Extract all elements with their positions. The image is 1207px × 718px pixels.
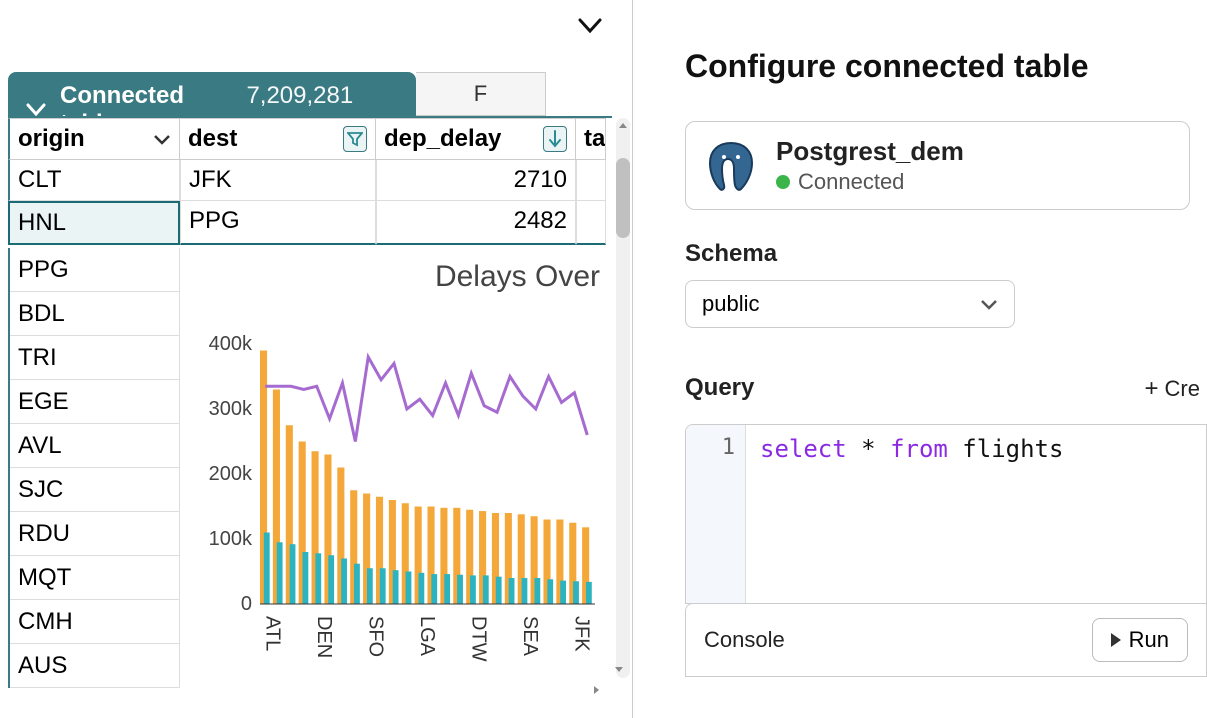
- list-item[interactable]: AVL: [10, 424, 180, 468]
- page-title: Configure connected table: [685, 28, 1207, 85]
- col-label: origin: [18, 125, 85, 153]
- schema-value: public: [702, 291, 759, 317]
- list-item[interactable]: TRI: [10, 336, 180, 380]
- list-item[interactable]: EGE: [10, 380, 180, 424]
- sql-identifier: flights: [948, 435, 1064, 463]
- query-label: Query: [685, 374, 754, 402]
- cell-dest[interactable]: JFK: [180, 160, 376, 201]
- list-item[interactable]: PPG: [10, 248, 180, 292]
- create-button[interactable]: + Cre: [1145, 375, 1200, 403]
- dropdown-caret[interactable]: [578, 18, 602, 39]
- code-content[interactable]: select * from flights: [746, 425, 1077, 603]
- column-header-dest[interactable]: dest: [180, 118, 376, 160]
- schema-select[interactable]: public: [685, 280, 1015, 328]
- connection-name: Postgrest_dem: [776, 136, 964, 167]
- table-row[interactable]: HNL PPG 2482: [8, 201, 612, 245]
- sort-desc-icon[interactable]: [543, 126, 567, 152]
- run-label: Run: [1129, 627, 1169, 653]
- sql-editor[interactable]: 1 select * from flights: [685, 424, 1207, 604]
- svg-text:SEA: SEA: [519, 616, 541, 657]
- vertical-scrollbar[interactable]: [616, 118, 630, 678]
- svg-text:LGA: LGA: [416, 616, 438, 657]
- column-letter-f[interactable]: F: [416, 72, 546, 116]
- cell-dep-delay[interactable]: 2710: [376, 160, 576, 201]
- svg-text:400k: 400k: [209, 333, 253, 355]
- col-label: ta: [584, 125, 605, 153]
- col-label: dest: [188, 125, 237, 153]
- schema-label: Schema: [685, 240, 1207, 268]
- svg-text:SFO: SFO: [365, 616, 387, 657]
- chart-title: Delays Over: [180, 260, 610, 294]
- run-button[interactable]: Run: [1092, 618, 1188, 662]
- line-gutter: 1: [686, 425, 746, 603]
- list-item[interactable]: MQT: [10, 556, 180, 600]
- console-label: Console: [704, 627, 785, 653]
- list-item[interactable]: CMH: [10, 600, 180, 644]
- line-number: 1: [686, 435, 735, 460]
- data-grid: origin dest dep_delay ta CLT: [8, 116, 612, 245]
- connection-card[interactable]: Postgrest_dem Connected: [685, 121, 1190, 210]
- svg-text:0: 0: [241, 593, 252, 615]
- chevron-down-icon: [980, 291, 998, 317]
- console-bar: Console Run: [685, 603, 1207, 677]
- list-item[interactable]: BDL: [10, 292, 180, 336]
- list-item[interactable]: AUS: [10, 644, 180, 688]
- list-item[interactable]: SJC: [10, 468, 180, 512]
- sql-operator: *: [847, 435, 890, 463]
- svg-text:300k: 300k: [209, 398, 253, 420]
- postgres-icon: [704, 139, 758, 193]
- origin-dropdown-list: PPG BDL TRI EGE AVL SJC RDU MQT CMH AUS: [8, 248, 180, 688]
- plus-icon: +: [1145, 375, 1159, 403]
- cell-tail[interactable]: [576, 160, 606, 201]
- status-text: Connected: [798, 169, 904, 195]
- scroll-right-arrow-icon[interactable]: [592, 682, 608, 696]
- col-label: dep_delay: [384, 125, 501, 153]
- connection-status: Connected: [776, 169, 964, 195]
- svg-text:DEN: DEN: [313, 616, 335, 658]
- filter-icon[interactable]: [343, 126, 367, 152]
- cell-dep-delay[interactable]: 2482: [376, 201, 576, 245]
- cell-origin[interactable]: HNL: [8, 201, 180, 245]
- svg-text:JFK: JFK: [571, 616, 593, 652]
- play-icon: [1111, 633, 1121, 647]
- status-dot-icon: [776, 175, 790, 189]
- scrollbar-thumb[interactable]: [616, 158, 630, 238]
- column-header-dep-delay[interactable]: dep_delay: [376, 118, 576, 160]
- column-header-origin[interactable]: origin: [8, 118, 180, 160]
- table-row[interactable]: CLT JFK 2710: [8, 160, 612, 201]
- svg-text:ATL: ATL: [261, 616, 283, 651]
- sql-keyword: from: [890, 435, 948, 463]
- column-header-partial[interactable]: ta: [576, 118, 606, 160]
- scroll-up-arrow-icon[interactable]: [616, 118, 630, 134]
- delays-chart: 0 100k 200k 300k 400k ATL DEN SFO LGA DTW SEA JFK: [180, 314, 600, 684]
- cell-origin[interactable]: CLT: [8, 160, 180, 201]
- create-label: Cre: [1165, 376, 1200, 402]
- svg-text:200k: 200k: [209, 463, 253, 485]
- svg-text:DTW: DTW: [468, 616, 490, 662]
- cell-dest[interactable]: PPG: [180, 201, 376, 245]
- chevron-down-icon: [153, 125, 171, 153]
- sql-keyword: select: [760, 435, 847, 463]
- scroll-down-arrow-icon[interactable]: [614, 662, 628, 678]
- list-item[interactable]: RDU: [10, 512, 180, 556]
- chart-panel: Delays Over 0 100k 200k 300k 400k ATL DEN SFO LG…: [180, 250, 610, 680]
- cell-tail[interactable]: [576, 201, 606, 245]
- svg-text:100k: 100k: [209, 528, 253, 550]
